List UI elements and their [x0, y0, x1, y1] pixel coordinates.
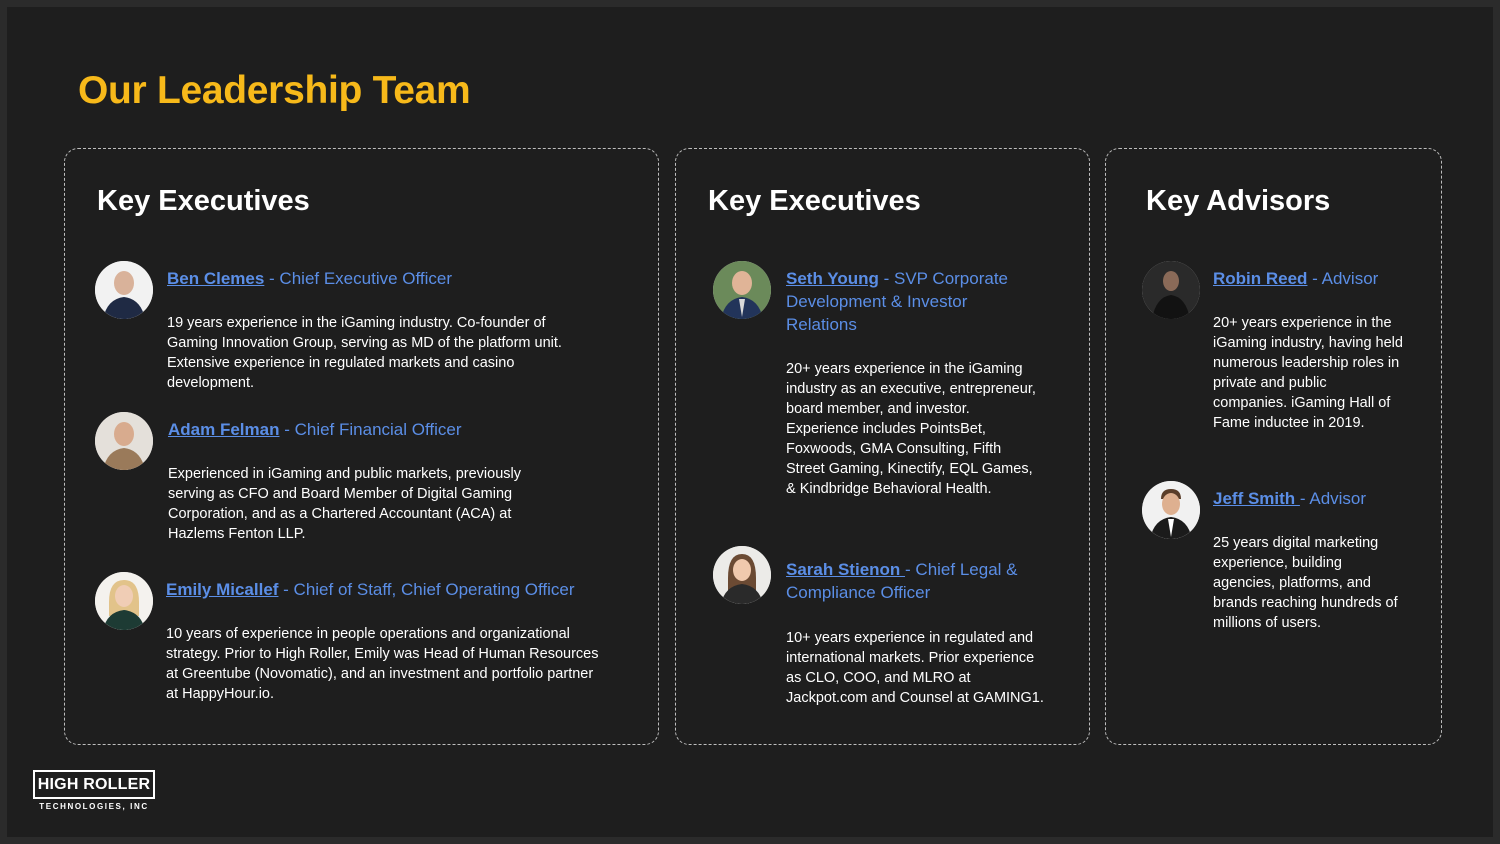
avatar [713, 261, 771, 319]
avatar [95, 412, 153, 470]
panel-title: Key Executives [708, 185, 921, 217]
panel-key-executives-2: Key Executives Seth Young - SVP Corporat… [675, 148, 1090, 745]
person-role: - Chief Executive Officer [264, 269, 453, 288]
person-name-link[interactable]: Jeff Smith [1213, 489, 1300, 508]
panel-key-advisors: Key Advisors Robin Reed - Advisor 20+ ye… [1105, 148, 1442, 745]
person-name-link[interactable]: Sarah Stienon [786, 560, 905, 579]
person-card: Jeff Smith - Advisor 25 years digital ma… [1142, 481, 1432, 661]
person-name-link[interactable]: Adam Felman [168, 420, 279, 439]
person-bio: 20+ years experience in the iGaming indu… [786, 361, 1036, 497]
person-card: Ben Clemes - Chief Executive Officer 19 … [95, 261, 635, 401]
company-logo: HIGH ROLLER TECHNOLOGIES, INC [33, 770, 155, 812]
person-card: Adam Felman - Chief Financial Officer Ex… [95, 412, 635, 552]
person-bio: 10+ years experience in regulated and in… [786, 630, 1044, 706]
person-bio: 10 years of experience in people operati… [166, 626, 599, 702]
person-bio: 19 years experience in the iGaming indus… [167, 315, 562, 391]
avatar [713, 546, 771, 604]
person-bio: 25 years digital marketing experience, b… [1213, 535, 1398, 631]
person-role: - Chief Financial Officer [279, 420, 462, 439]
person-role: - Advisor [1307, 269, 1379, 288]
person-bio: 20+ years experience in the iGaming indu… [1213, 315, 1403, 431]
person-card: Robin Reed - Advisor 20+ years experienc… [1142, 261, 1432, 461]
avatar [95, 261, 153, 319]
person-card: Emily Micallef - Chief of Staff, Chief O… [95, 572, 635, 722]
person-name-link[interactable]: Seth Young [786, 269, 879, 288]
person-card: Seth Young - SVP Corporate Development &… [713, 261, 1073, 531]
avatar [1142, 481, 1200, 539]
avatar [1142, 261, 1200, 319]
logo-sub-text: TECHNOLOGIES, INC [39, 802, 149, 811]
person-role: - Chief of Staff, Chief Operating Office… [278, 580, 575, 599]
logo-main-text: HIGH ROLLER [33, 770, 155, 799]
slide: Our Leadership Team Key Executives Ben C… [7, 7, 1493, 837]
avatar [95, 572, 153, 630]
person-role: - Advisor [1299, 489, 1367, 508]
page-title: Our Leadership Team [78, 69, 471, 112]
person-name-link[interactable]: Ben Clemes [167, 269, 264, 288]
person-name-link[interactable]: Emily Micallef [166, 580, 278, 599]
person-card: Sarah Stienon - Chief Legal & Compliance… [713, 546, 1073, 736]
person-name-link[interactable]: Robin Reed [1213, 269, 1307, 288]
panel-title: Key Advisors [1146, 185, 1331, 217]
panel-key-executives-1: Key Executives Ben Clemes - Chief Execut… [64, 148, 659, 745]
person-bio: Experienced in iGaming and public market… [168, 466, 522, 542]
panel-title: Key Executives [97, 185, 310, 217]
